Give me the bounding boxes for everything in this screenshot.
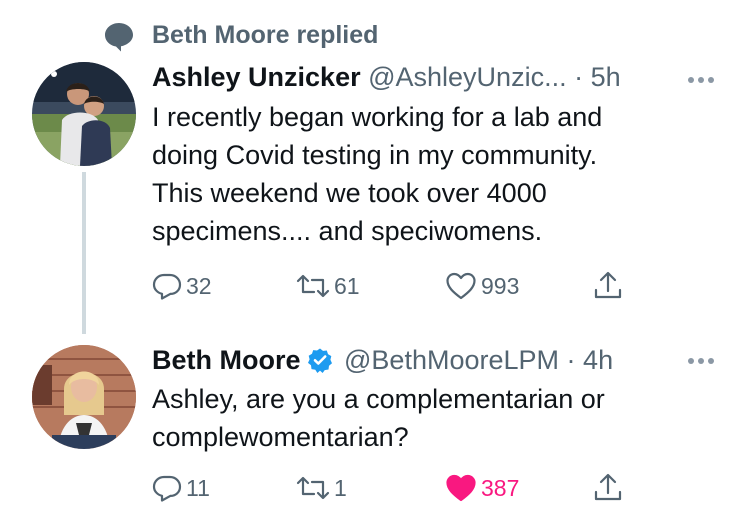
heart-filled-icon xyxy=(445,473,477,503)
avatar-beth[interactable] xyxy=(32,345,136,449)
like-count: 387 xyxy=(481,474,520,501)
more-options-icon[interactable] xyxy=(688,351,728,364)
reply-icon xyxy=(152,473,182,503)
reply-button[interactable]: 11 xyxy=(152,468,210,508)
tweet-text-line: specimens.... and speciwomens. xyxy=(152,216,543,246)
tweet-actions: 11 1 387 xyxy=(152,468,652,508)
tweet-text-line: doing Covid testing in my community. xyxy=(152,140,598,170)
like-button[interactable]: 387 xyxy=(445,468,519,508)
reply-icon xyxy=(152,271,182,301)
separator: · xyxy=(574,62,584,92)
timestamp[interactable]: 5h xyxy=(591,62,621,92)
tweet-actions: 32 61 993 xyxy=(152,266,652,306)
retweet-count: 1 xyxy=(334,474,347,501)
more-options-icon[interactable] xyxy=(688,70,728,83)
retweet-button[interactable]: 1 xyxy=(296,468,347,508)
separator: · xyxy=(566,345,576,375)
reply-count: 32 xyxy=(186,272,212,299)
speech-bubble-icon xyxy=(102,20,136,54)
share-button[interactable] xyxy=(592,266,624,306)
like-count: 993 xyxy=(481,272,520,299)
tweet-text: Ashley, are you a complementarian or com… xyxy=(152,380,712,456)
tweet-text-line: I recently began working for a lab and xyxy=(152,102,603,132)
avatar-ashley[interactable] xyxy=(32,62,136,166)
timestamp[interactable]: 4h xyxy=(583,345,613,375)
share-icon xyxy=(592,472,624,504)
tweet-text-line: Ashley, are you a complementarian or xyxy=(152,384,605,414)
reply-button[interactable]: 32 xyxy=(152,266,212,306)
tweet-header: Beth Moore @BethMooreLPM · 4h xyxy=(152,343,742,377)
retweet-button[interactable]: 61 xyxy=(296,266,360,306)
like-button[interactable]: 993 xyxy=(445,266,519,306)
verified-badge-icon xyxy=(307,347,333,373)
reply-context: Beth Moore replied xyxy=(152,21,379,49)
display-name[interactable]: Beth Moore xyxy=(152,345,301,375)
user-handle[interactable]: @BethMooreLPM xyxy=(344,345,559,375)
tweet-text: I recently began working for a lab and d… xyxy=(152,98,712,250)
retweet-count: 61 xyxy=(334,272,360,299)
retweet-icon xyxy=(296,271,330,301)
share-icon xyxy=(592,270,624,302)
user-handle[interactable]: @AshleyUnzic... xyxy=(368,62,566,92)
tweet-header: Ashley Unzicker @AshleyUnzic... · 5h xyxy=(152,60,742,94)
retweet-icon xyxy=(296,473,330,503)
thread-line xyxy=(82,172,86,334)
reply-count: 11 xyxy=(186,474,210,501)
share-button[interactable] xyxy=(592,468,624,508)
heart-icon xyxy=(445,271,477,301)
display-name[interactable]: Ashley Unzicker xyxy=(152,62,361,92)
tweet-text-line: This weekend we took over 4000 xyxy=(152,178,547,208)
tweet-text-line: complewomentarian? xyxy=(152,422,409,452)
